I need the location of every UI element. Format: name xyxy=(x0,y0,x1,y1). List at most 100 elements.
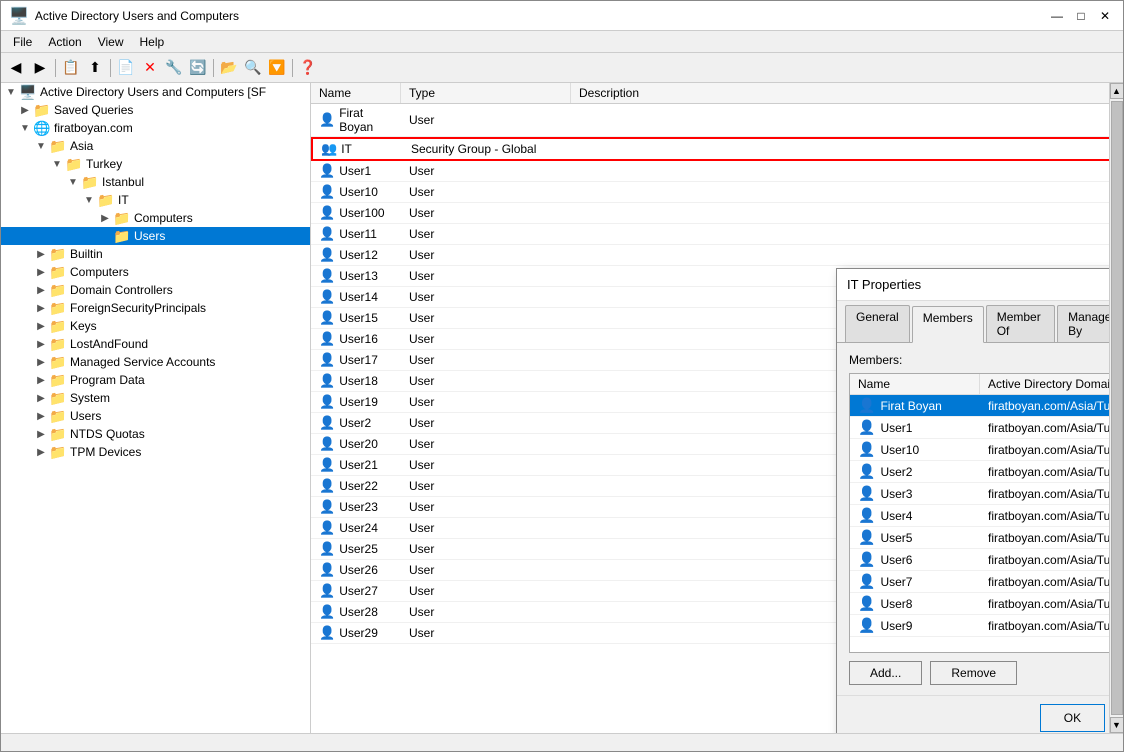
menu-view[interactable]: View xyxy=(90,33,132,51)
tree-turkey[interactable]: ▼ 📁 Turkey xyxy=(1,155,310,173)
window-title: Active Directory Users and Computers xyxy=(35,9,239,23)
refresh-button[interactable]: 🔄 xyxy=(187,57,209,79)
toggle-istanbul[interactable]: ▼ xyxy=(65,177,81,188)
tree-tpm[interactable]: ▶ 📁 TPM Devices xyxy=(1,443,310,461)
list-row-user10[interactable]: 👤 User10 User xyxy=(311,182,1123,203)
tree-computers-it[interactable]: ▶ 📁 Computers xyxy=(1,209,310,227)
member-row-user5[interactable]: 👤 User5 firatboyan.com/Asia/Turkey/Istan… xyxy=(850,527,1123,549)
tree-saved-queries[interactable]: ▶ 📁 Saved Queries xyxy=(1,101,310,119)
filter-button[interactable]: 🔽 xyxy=(266,57,288,79)
tree-builtin[interactable]: ▶ 📁 Builtin xyxy=(1,245,310,263)
toggle-fb[interactable]: ▼ xyxy=(17,123,33,134)
scrollbar-down-button[interactable]: ▼ xyxy=(1110,717,1124,733)
menu-help[interactable]: Help xyxy=(132,33,173,51)
tab-members[interactable]: Members xyxy=(912,306,984,343)
member-row-user3[interactable]: 👤 User3 firatboyan.com/Asia/Turkey/Istan… xyxy=(850,483,1123,505)
toggle-sq[interactable]: ▶ xyxy=(17,105,33,116)
tree-msa[interactable]: ▶ 📁 Managed Service Accounts xyxy=(1,353,310,371)
toggle-users-it[interactable] xyxy=(97,231,113,242)
member-icon-user2: 👤 xyxy=(858,463,875,480)
help-button[interactable]: ❓ xyxy=(297,57,319,79)
user-icon-user28: 👤 xyxy=(319,604,335,620)
tree-fsp[interactable]: ▶ 📁 ForeignSecurityPrincipals xyxy=(1,299,310,317)
tree-firatboyan[interactable]: ▼ 🌐 firatboyan.com xyxy=(1,119,310,137)
list-row-user11[interactable]: 👤 User11 User xyxy=(311,224,1123,245)
member-row-user2[interactable]: 👤 User2 firatboyan.com/Asia/Turkey/Istan… xyxy=(850,461,1123,483)
turkey-icon: 📁 xyxy=(65,157,83,171)
tree-system[interactable]: ▶ 📁 System xyxy=(1,389,310,407)
toggle-root[interactable]: ▼ xyxy=(3,87,19,98)
move-to-button[interactable]: 📂 xyxy=(218,57,240,79)
toggle-comp-it[interactable]: ▶ xyxy=(97,213,113,224)
toggle-users-root[interactable]: ▶ xyxy=(33,411,49,422)
tab-member-of[interactable]: Member Of xyxy=(986,305,1055,342)
tree-root[interactable]: ▼ 🖥️ Active Directory Users and Computer… xyxy=(1,83,310,101)
toggle-sys[interactable]: ▶ xyxy=(33,393,49,404)
tab-general[interactable]: General xyxy=(845,305,910,342)
member-row-user7[interactable]: 👤 User7 firatboyan.com/Asia/Turkey/Istan… xyxy=(850,571,1123,593)
members-col-folder[interactable]: Active Directory Domain Services Folder xyxy=(980,374,1123,394)
col-header-name[interactable]: Name xyxy=(311,83,401,103)
new-button[interactable]: 📄 xyxy=(115,57,137,79)
show-tree-button[interactable]: 📋 xyxy=(60,57,82,79)
toggle-msa[interactable]: ▶ xyxy=(33,357,49,368)
toggle-pd[interactable]: ▶ xyxy=(33,375,49,386)
tree-ntds[interactable]: ▶ 📁 NTDS Quotas xyxy=(1,425,310,443)
tree-progdata[interactable]: ▶ 📁 Program Data xyxy=(1,371,310,389)
list-row-it[interactable]: 👥 IT Security Group - Global xyxy=(311,137,1123,161)
tree-domain-controllers[interactable]: ▶ 📁 Domain Controllers xyxy=(1,281,310,299)
tree-computers-root[interactable]: ▶ 📁 Computers xyxy=(1,263,310,281)
list-row-firatboyan[interactable]: 👤 Firat Boyan User xyxy=(311,104,1123,137)
member-row-user6[interactable]: 👤 User6 firatboyan.com/Asia/Turkey/Istan… xyxy=(850,549,1123,571)
members-col-name[interactable]: Name xyxy=(850,374,980,394)
tree-it[interactable]: ▼ 📁 IT xyxy=(1,191,310,209)
scrollbar-right[interactable]: ▲ ▼ xyxy=(1109,83,1123,733)
properties-button[interactable]: 🔧 xyxy=(163,57,185,79)
find-button[interactable]: 🔍 xyxy=(242,57,264,79)
close-button[interactable]: ✕ xyxy=(1095,6,1115,26)
minimize-button[interactable]: — xyxy=(1047,6,1067,26)
tree-laf[interactable]: ▶ 📁 LostAndFound xyxy=(1,335,310,353)
back-button[interactable]: ◀ xyxy=(5,57,27,79)
toggle-builtin[interactable]: ▶ xyxy=(33,249,49,260)
toggle-asia[interactable]: ▼ xyxy=(33,141,49,152)
dialog-tabs: General Members Member Of Managed By Obj… xyxy=(837,301,1123,343)
col-header-desc[interactable]: Description xyxy=(571,83,1123,103)
tree-users-root[interactable]: ▶ 📁 Users xyxy=(1,407,310,425)
member-row-user1[interactable]: 👤 User1 firatboyan.com/Asia/Turkey/Istan… xyxy=(850,417,1123,439)
member-row-firat-boyan[interactable]: 👤 Firat Boyan firatboyan.com/Asia/Turkey… xyxy=(850,395,1123,417)
ok-button[interactable]: OK xyxy=(1040,704,1105,732)
member-row-user10[interactable]: 👤 User10 firatboyan.com/Asia/Turkey/Ista… xyxy=(850,439,1123,461)
member-row-user4[interactable]: 👤 User4 firatboyan.com/Asia/Turkey/Istan… xyxy=(850,505,1123,527)
remove-button[interactable]: Remove xyxy=(930,661,1017,685)
tree-users-it[interactable]: 📁 Users xyxy=(1,227,310,245)
list-row-user100[interactable]: 👤 User100 User xyxy=(311,203,1123,224)
delete-button[interactable]: ✕ xyxy=(139,57,161,79)
main-window: 🖥️ Active Directory Users and Computers … xyxy=(0,0,1124,752)
add-button[interactable]: Add... xyxy=(849,661,922,685)
menu-action[interactable]: Action xyxy=(40,33,89,51)
toggle-ntds[interactable]: ▶ xyxy=(33,429,49,440)
toggle-it[interactable]: ▼ xyxy=(81,195,97,206)
member-row-user9[interactable]: 👤 User9 firatboyan.com/Asia/Turkey/Istan… xyxy=(850,615,1123,637)
toggle-fsp[interactable]: ▶ xyxy=(33,303,49,314)
list-row-user12[interactable]: 👤 User12 User xyxy=(311,245,1123,266)
toggle-keys[interactable]: ▶ xyxy=(33,321,49,332)
toggle-tpm[interactable]: ▶ xyxy=(33,447,49,458)
tree-asia[interactable]: ▼ 📁 Asia xyxy=(1,137,310,155)
up-button[interactable]: ⬆ xyxy=(84,57,106,79)
toggle-dc[interactable]: ▶ xyxy=(33,285,49,296)
toggle-laf[interactable]: ▶ xyxy=(33,339,49,350)
col-header-type[interactable]: Type xyxy=(401,83,571,103)
member-row-user8[interactable]: 👤 User8 firatboyan.com/Asia/Turkey/Istan… xyxy=(850,593,1123,615)
list-row-user1[interactable]: 👤 User1 User xyxy=(311,161,1123,182)
menu-file[interactable]: File xyxy=(5,33,40,51)
toggle-comp-root[interactable]: ▶ xyxy=(33,267,49,278)
forward-button[interactable]: ▶ xyxy=(29,57,51,79)
maximize-button[interactable]: □ xyxy=(1071,6,1091,26)
scrollbar-up-button[interactable]: ▲ xyxy=(1110,83,1124,99)
toggle-turkey[interactable]: ▼ xyxy=(49,159,65,170)
scrollbar-thumb[interactable] xyxy=(1111,101,1123,715)
tree-istanbul[interactable]: ▼ 📁 Istanbul xyxy=(1,173,310,191)
tree-keys[interactable]: ▶ 📁 Keys xyxy=(1,317,310,335)
